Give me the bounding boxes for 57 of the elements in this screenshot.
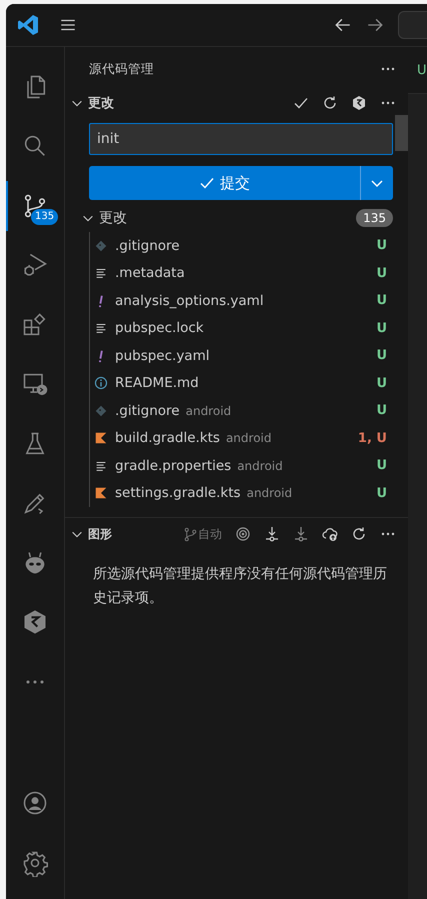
empty-history-message: 所选源代码管理提供程序没有任何源代码管理历史记录项。 — [93, 565, 388, 608]
status-text: U — [376, 266, 387, 281]
editor-status-text: U — [417, 62, 427, 78]
target-icon[interactable] — [235, 526, 251, 542]
settings-icon[interactable] — [21, 849, 49, 877]
status-text: U — [376, 376, 387, 391]
folder-name: android — [237, 458, 283, 473]
refresh-icon[interactable] — [322, 95, 338, 111]
hexagon-icon[interactable] — [351, 95, 367, 111]
flag-file-icon — [94, 431, 108, 446]
status-text: U — [376, 293, 387, 308]
file-name[interactable]: .metadata — [115, 265, 185, 282]
count-badge: 135 — [356, 209, 393, 227]
group-title[interactable]: 更改 — [99, 209, 127, 227]
fetch-icon[interactable] — [264, 526, 280, 542]
commit-button[interactable]: 提交 — [89, 166, 361, 200]
git-file-icon — [94, 238, 108, 253]
app-logo-icon — [16, 13, 40, 37]
forward-arrow-icon[interactable] — [366, 16, 384, 34]
status-text: U — [376, 348, 387, 364]
status-text: U — [376, 486, 387, 501]
section-title[interactable]: 图形 — [88, 526, 112, 542]
file-name[interactable]: .gitignore — [115, 402, 180, 419]
status-text: U — [376, 403, 387, 418]
flag-file-icon — [94, 486, 108, 500]
pull-icon[interactable] — [293, 526, 309, 542]
text-lines-icon — [94, 266, 108, 280]
commit-message-field[interactable]: init — [89, 123, 393, 155]
file-name[interactable]: README.md — [115, 375, 199, 392]
file-name[interactable]: .gitignore — [115, 238, 180, 254]
file-name[interactable]: build.gradle.kts — [115, 430, 220, 446]
info-icon — [94, 376, 108, 390]
text-lines-icon — [94, 321, 108, 336]
git-file-icon — [94, 404, 108, 418]
file-name[interactable]: pubspec.yaml — [115, 348, 210, 364]
scrollbar-thumb[interactable] — [395, 115, 408, 151]
refresh-icon[interactable] — [351, 526, 367, 542]
branch-icon — [183, 526, 198, 542]
command-center-field[interactable] — [398, 11, 427, 39]
cloud-upload-icon[interactable] — [322, 526, 338, 542]
panel-title: 源代码管理 — [89, 60, 154, 78]
count-badge: 135 — [31, 209, 58, 225]
folder-name: android — [226, 431, 272, 446]
folder-name: android — [186, 404, 232, 418]
file-name[interactable]: settings.gradle.kts — [115, 485, 241, 502]
account-icon[interactable] — [21, 789, 49, 817]
status-text: U — [376, 238, 387, 254]
file-name[interactable]: pubspec.lock — [115, 320, 204, 336]
back-arrow-icon[interactable] — [334, 16, 352, 34]
status-text: U — [376, 320, 387, 336]
file-name[interactable]: analysis_options.yaml — [115, 292, 264, 309]
branch-selector[interactable]: 自动 — [183, 526, 222, 542]
status-text: U — [376, 458, 387, 474]
section-title[interactable]: 更改 — [88, 94, 114, 112]
file-name[interactable]: gradle.properties — [115, 458, 232, 474]
status-text: 1, U — [358, 430, 387, 446]
folder-name: android — [246, 486, 292, 500]
